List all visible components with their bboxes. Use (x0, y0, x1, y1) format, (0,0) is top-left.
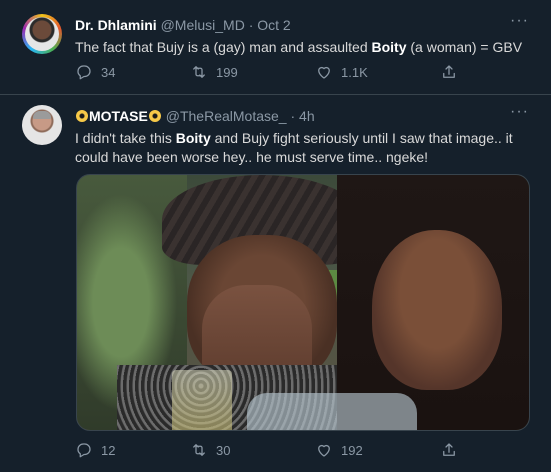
highlighted-term: Boity (175, 130, 211, 146)
tweet-header: Dr. Dhlamini @Melusi_MD · Oct 2 (75, 17, 291, 33)
separator: · (290, 108, 296, 124)
reply-icon (77, 65, 91, 80)
sun-emoji-icon (148, 110, 161, 122)
retweet-button[interactable]: 30 (190, 441, 230, 459)
tweet-text: The fact that Bujy is a (gay) man and as… (75, 39, 523, 55)
reply-icon (77, 443, 91, 458)
timestamp[interactable]: 4h (299, 108, 315, 124)
sun-emoji-icon (76, 110, 88, 122)
reply-button[interactable]: 34 (75, 63, 115, 81)
retweet-count: 199 (216, 64, 238, 80)
image-detail (172, 370, 232, 430)
highlighted-term: Boity (371, 39, 407, 55)
tweet[interactable]: Dr. Dhlamini @Melusi_MD · Oct 2 ··· The … (0, 0, 551, 95)
retweet-button[interactable]: 199 (190, 63, 238, 81)
separator: · (248, 17, 254, 33)
retweet-count: 30 (216, 442, 231, 458)
timeline-feed: Dr. Dhlamini @Melusi_MD · Oct 2 ··· The … (0, 0, 551, 472)
reply-button[interactable]: 12 (75, 441, 115, 459)
image-detail (247, 393, 417, 430)
tweet-actions: 12 30 192 (75, 441, 475, 461)
tweet-header: MOTASE @TheRealMotase_ · 4h (75, 108, 315, 124)
like-count: 1.1K (341, 64, 368, 80)
avatar[interactable] (22, 14, 62, 54)
tweet-image[interactable] (76, 174, 530, 431)
reply-count: 34 (101, 64, 116, 80)
handle[interactable]: @Melusi_MD (161, 17, 245, 33)
retweet-icon (193, 444, 205, 456)
timestamp[interactable]: Oct 2 (257, 17, 290, 33)
image-detail (372, 230, 502, 390)
more-icon[interactable]: ··· (510, 12, 529, 30)
share-button[interactable] (440, 63, 458, 81)
display-name[interactable]: MOTASE (89, 108, 148, 124)
share-icon (443, 65, 455, 78)
display-name[interactable]: Dr. Dhlamini (75, 17, 157, 33)
more-icon[interactable]: ··· (510, 103, 529, 121)
tweet-text: I didn't take this Boity and Bujy fight … (75, 130, 513, 165)
retweet-icon (193, 66, 205, 78)
share-button[interactable] (440, 441, 458, 459)
tweet-actions: 34 199 1.1K (75, 63, 475, 83)
like-button[interactable]: 192 (315, 441, 363, 459)
share-icon (443, 443, 455, 456)
reply-count: 12 (101, 442, 116, 458)
avatar[interactable] (22, 105, 62, 145)
like-icon (318, 66, 330, 79)
handle[interactable]: @TheRealMotase_ (166, 108, 287, 124)
like-button[interactable]: 1.1K (315, 63, 368, 81)
like-count: 192 (341, 442, 363, 458)
like-icon (318, 444, 330, 457)
